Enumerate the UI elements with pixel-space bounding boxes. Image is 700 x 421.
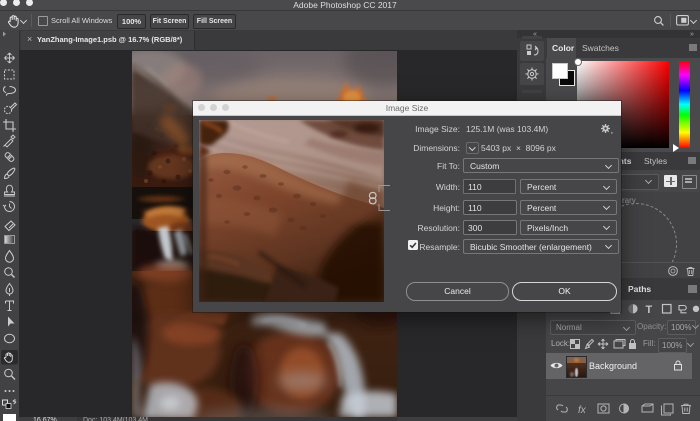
svg-text:fx: fx: [578, 405, 587, 416]
svg-text:T: T: [646, 304, 653, 315]
